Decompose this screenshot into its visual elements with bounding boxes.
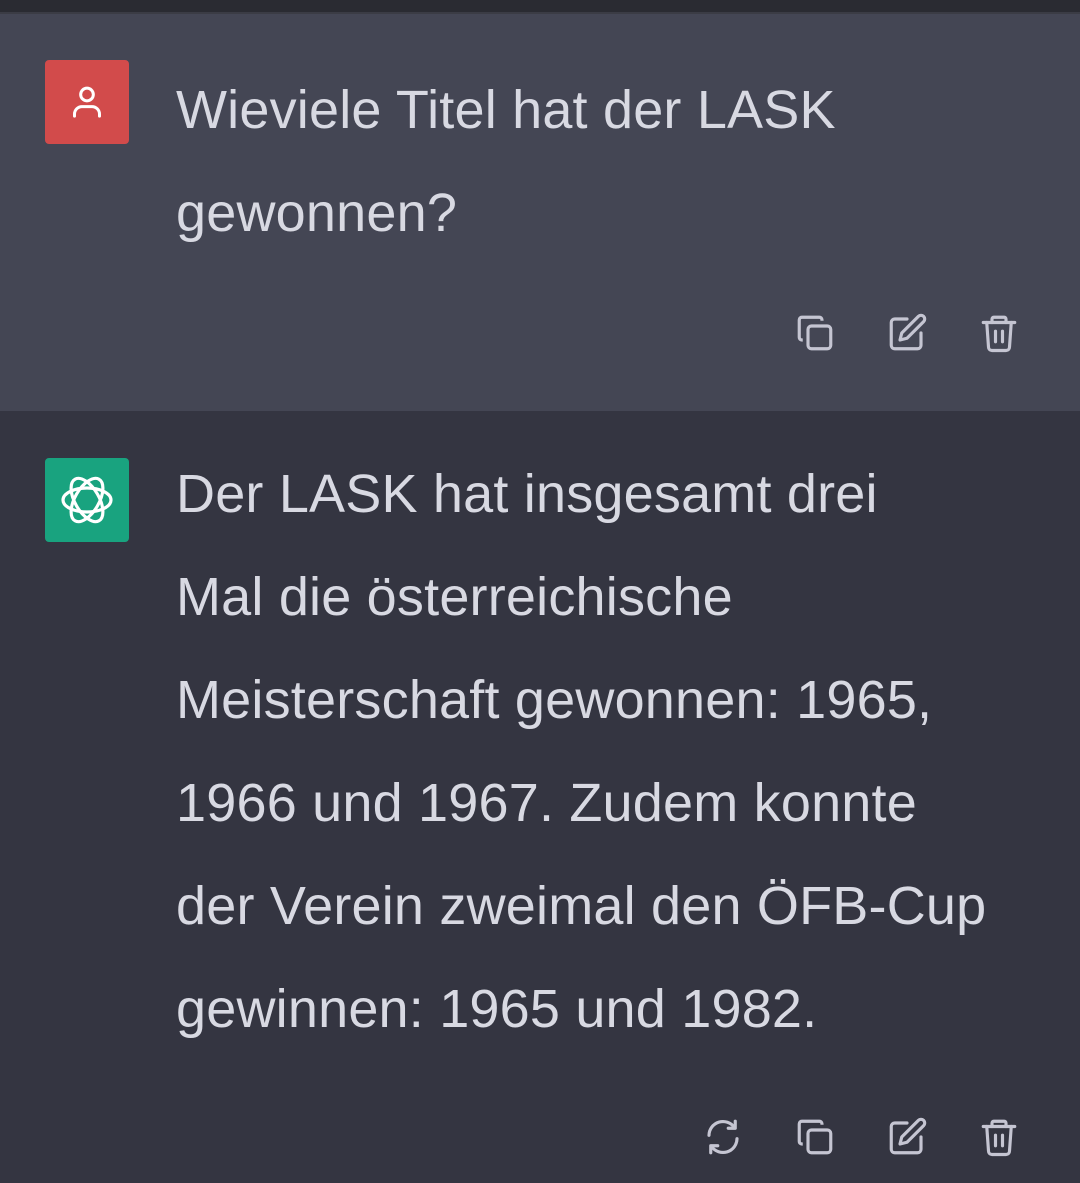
edit-button[interactable] xyxy=(886,1116,928,1158)
delete-button[interactable] xyxy=(978,312,1020,354)
openai-logo-icon xyxy=(61,476,113,524)
assistant-avatar xyxy=(45,458,129,542)
regenerate-icon xyxy=(707,1119,739,1155)
user-icon xyxy=(73,86,101,118)
user-avatar xyxy=(45,60,129,144)
edit-icon xyxy=(889,1117,927,1155)
copy-icon xyxy=(797,1119,833,1155)
copy-icon xyxy=(797,315,833,351)
assistant-message-text: Der LASK hat insgesamt drei Mal die öste… xyxy=(176,464,987,1039)
user-message: Wieviele Titel hat der LASK gewonnen? xyxy=(0,14,1080,411)
top-divider xyxy=(0,0,1080,14)
user-message-text: Wieviele Titel hat der LASK gewonnen? xyxy=(176,80,836,243)
assistant-message: Der LASK hat insgesamt drei Mal die öste… xyxy=(0,411,1080,1183)
trash-icon xyxy=(981,315,1017,353)
trash-icon xyxy=(981,1119,1017,1157)
assistant-message-actions xyxy=(702,1116,1020,1158)
copy-button[interactable] xyxy=(794,1116,836,1158)
copy-button[interactable] xyxy=(794,312,836,354)
edit-icon xyxy=(889,313,927,351)
user-message-actions xyxy=(794,312,1020,354)
delete-button[interactable] xyxy=(978,1116,1020,1158)
regenerate-button[interactable] xyxy=(702,1116,744,1158)
edit-button[interactable] xyxy=(886,312,928,354)
